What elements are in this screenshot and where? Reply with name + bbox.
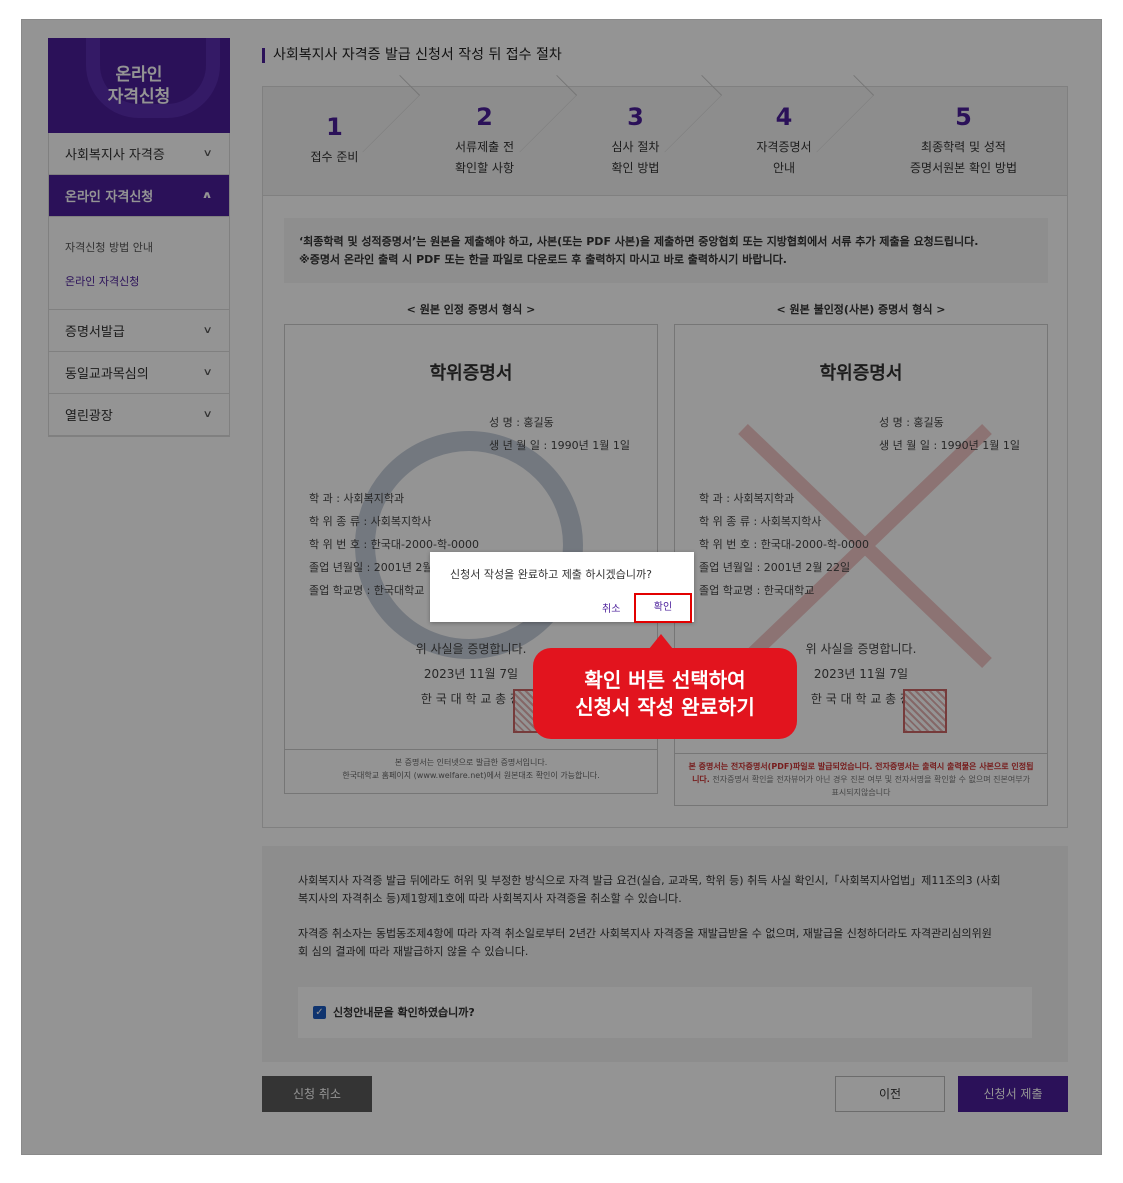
dialog-ok-button[interactable]: 확인 <box>634 593 692 623</box>
page-frame: 온라인 자격신청 사회복지사 자격증 ∨ 온라인 자격신청 ∧ 자격신청 방법 … <box>21 19 1102 1155</box>
dialog-cancel-button[interactable]: 취소 <box>602 600 620 615</box>
instruction-callout: 확인 버튼 선택하여 신청서 작성 완료하기 <box>533 634 797 739</box>
callout-line1: 확인 버튼 선택하여 <box>584 668 746 692</box>
confirm-dialog: 신청서 작성을 완료하고 제출 하시겠습니까? 취소 확인 <box>430 552 694 623</box>
dialog-message: 신청서 작성을 완료하고 제출 하시겠습니까? <box>450 568 652 581</box>
callout-line2: 신청서 작성 완료하기 <box>575 695 755 719</box>
